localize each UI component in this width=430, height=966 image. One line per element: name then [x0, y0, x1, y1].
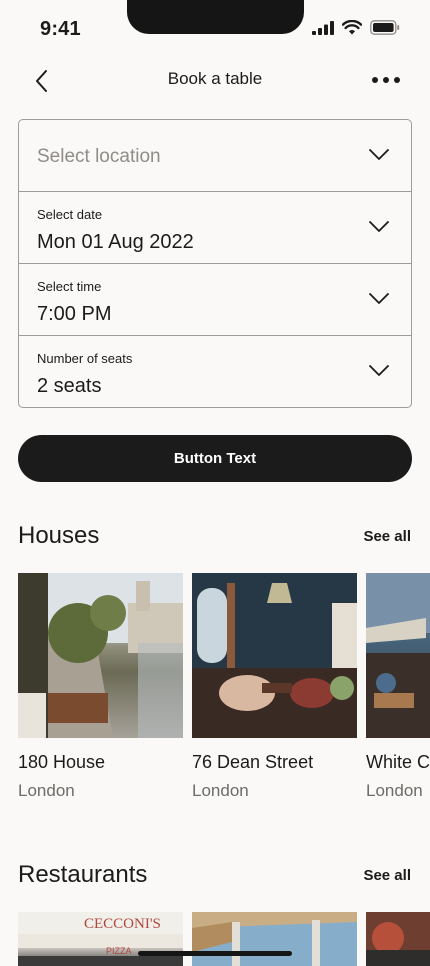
phone-screen: 9:41 Book a table Select location Select…: [0, 0, 430, 966]
houses-see-all-link[interactable]: See all: [363, 528, 411, 545]
time-value: 7:00 PM: [37, 303, 112, 325]
houses-title: Houses: [18, 522, 100, 549]
restaurant-image: CECCONI'S PIZZA: [18, 912, 183, 966]
chevron-down-icon: [369, 365, 389, 376]
time-label: Select time: [37, 279, 102, 294]
restaurant-card[interactable]: [192, 912, 357, 966]
restaurant-card[interactable]: CECCONI'S PIZZA: [18, 912, 183, 966]
location-select[interactable]: Select location: [19, 120, 411, 192]
restaurant-card[interactable]: [366, 912, 430, 966]
restaurants-title: Restaurants: [18, 861, 148, 888]
house-name: 180 House: [18, 752, 106, 772]
status-icons: [312, 19, 400, 40]
seats-value: 2 seats: [37, 375, 102, 397]
restaurant-sign-text: CECCONI'S: [84, 916, 161, 932]
more-horizontal-icon: [372, 77, 378, 83]
restaurants-see-all-link[interactable]: See all: [363, 867, 411, 884]
date-label: Select date: [37, 207, 103, 222]
house-card[interactable]: 180 House London: [18, 573, 183, 800]
seats-select[interactable]: Number of seats 2 seats: [19, 336, 411, 407]
primary-button[interactable]: Button Text: [18, 435, 412, 482]
status-bar: 9:41: [0, 0, 430, 50]
wifi-icon: [341, 19, 363, 40]
house-card[interactable]: White City House London: [366, 573, 430, 800]
home-indicator[interactable]: [138, 951, 292, 956]
restaurants-carousel[interactable]: CECCONI'S PIZZA: [18, 912, 430, 966]
house-city: London: [366, 781, 423, 800]
nav-bar: Book a table: [0, 56, 430, 102]
page-title: Book a table: [167, 69, 263, 88]
time-select[interactable]: Select time 7:00 PM: [19, 264, 411, 336]
notch: [127, 0, 304, 34]
chevron-down-icon: [369, 149, 389, 160]
restaurant-sign-subtext: PIZZA: [106, 946, 132, 956]
date-value: Mon 01 Aug 2022: [37, 231, 194, 253]
more-button[interactable]: [372, 68, 400, 92]
house-card[interactable]: 76 Dean Street London: [192, 573, 357, 800]
house-city: London: [192, 781, 249, 800]
booking-form: Select location Select date Mon 01 Aug 2…: [18, 119, 412, 408]
status-time: 9:41: [40, 18, 81, 40]
chevron-down-icon: [369, 293, 389, 304]
house-image: [18, 573, 183, 738]
restaurant-image: [192, 912, 357, 966]
chevron-down-icon: [369, 221, 389, 232]
house-city: London: [18, 781, 75, 800]
house-name: White City House: [366, 752, 430, 772]
seats-label: Number of seats: [37, 351, 133, 366]
house-image: [192, 573, 357, 738]
more-horizontal-icon: [394, 77, 400, 83]
location-placeholder: Select location: [37, 146, 161, 167]
date-select[interactable]: Select date Mon 01 Aug 2022: [19, 192, 411, 264]
house-image: [366, 573, 430, 738]
houses-carousel[interactable]: 180 House London 76 Dean Street London W…: [18, 573, 430, 813]
restaurant-image: [366, 912, 430, 966]
house-name: 76 Dean Street: [192, 752, 314, 772]
more-horizontal-icon: [383, 77, 389, 83]
signal-icon: [312, 20, 334, 40]
battery-icon: [370, 20, 400, 40]
